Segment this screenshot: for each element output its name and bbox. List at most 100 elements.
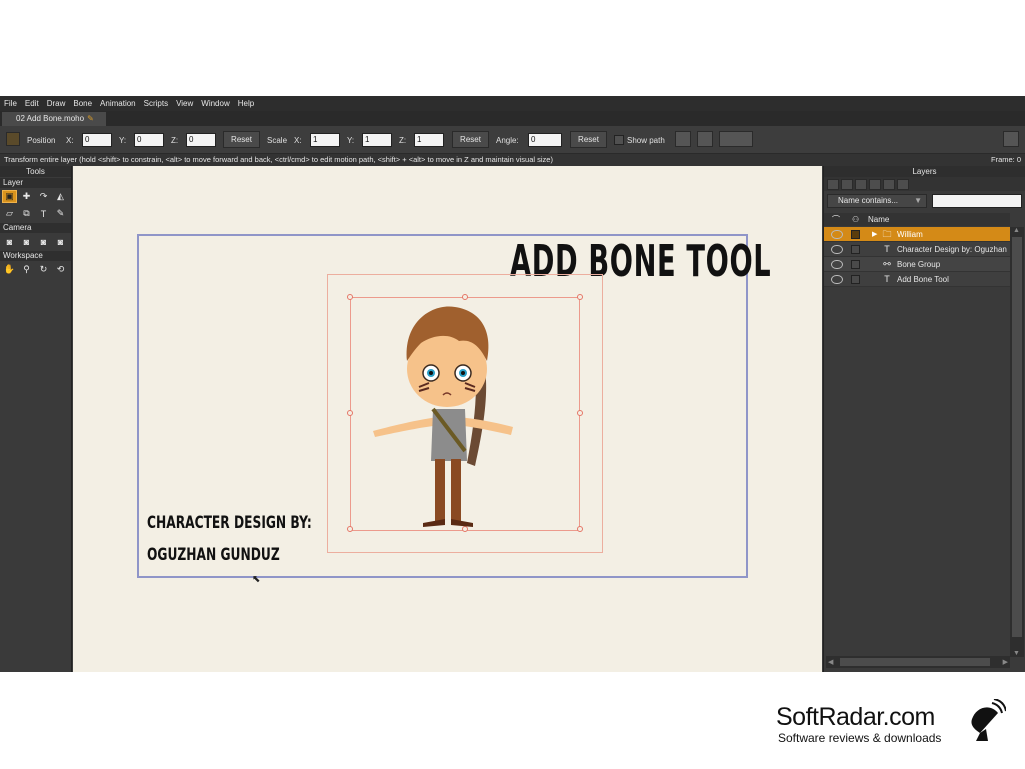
layer-row-add-bone-tool[interactable]: T Add Bone Tool xyxy=(824,272,1010,287)
layer-checkbox[interactable] xyxy=(851,275,860,284)
menu-edit[interactable]: Edit xyxy=(21,96,43,111)
camera-zoom-icon[interactable]: ◙ xyxy=(19,235,34,248)
position-y-label: Y: xyxy=(119,136,127,145)
watermark-subtitle: Software reviews & downloads xyxy=(778,731,942,745)
position-y-input[interactable]: 0 xyxy=(134,133,164,147)
bone-icon: ⚯ xyxy=(883,259,891,269)
text-tool-icon[interactable]: T xyxy=(36,207,51,220)
add-to-group-icon[interactable] xyxy=(855,178,867,190)
layer-checkbox[interactable] xyxy=(851,245,860,254)
scale-z-label: Z: xyxy=(399,136,407,145)
document-tab[interactable]: 02 Add Bone.moho ✎ xyxy=(2,112,106,126)
rotate-workspace-icon[interactable]: ↻ xyxy=(36,263,51,276)
camera-track-icon[interactable]: ◙ xyxy=(2,235,17,248)
menu-scripts[interactable]: Scripts xyxy=(140,96,172,111)
zoom-icon[interactable]: ⚲ xyxy=(19,263,34,276)
layer-name: Add Bone Tool xyxy=(897,275,949,284)
camera-roll-icon[interactable]: ◙ xyxy=(36,235,51,248)
eye-icon[interactable] xyxy=(831,230,843,239)
menu-file[interactable]: File xyxy=(0,96,21,111)
position-reset-button[interactable]: Reset xyxy=(223,131,260,148)
bounds-handle[interactable] xyxy=(347,526,353,532)
chevron-down-icon: ▼ xyxy=(914,196,922,205)
layer-options-icon[interactable] xyxy=(675,131,691,147)
hand-icon[interactable]: ✋ xyxy=(2,263,17,276)
layer-tools-row-1: ▣ ✚ ↷ ◭ xyxy=(0,188,71,205)
eye-icon[interactable] xyxy=(831,245,843,254)
scroll-right-icon[interactable]: ▶ xyxy=(1003,658,1008,666)
filter-dropdown-label: Name contains... xyxy=(838,196,899,205)
shear-tool-icon[interactable]: ▱ xyxy=(2,207,17,220)
scale-reset-button[interactable]: Reset xyxy=(452,131,489,148)
bounds-handle[interactable] xyxy=(577,526,583,532)
scrollbar-thumb[interactable] xyxy=(840,658,990,666)
panel-toggle-icon[interactable] xyxy=(1003,131,1019,147)
delete-layer-icon[interactable] xyxy=(869,178,881,190)
frame-indicator: Frame: 0 xyxy=(990,155,1021,164)
new-layer-icon[interactable] xyxy=(827,178,839,190)
scale-x-input[interactable]: 1 xyxy=(310,133,340,147)
layer-search-input[interactable] xyxy=(932,194,1022,208)
layer-row-william[interactable]: ▶ 🗀 William xyxy=(824,227,1010,242)
tools-panel-title: Tools xyxy=(0,166,71,177)
scroll-down-icon[interactable]: ▼ xyxy=(1013,650,1020,657)
transform-layer-icon xyxy=(6,132,20,146)
menu-animation[interactable]: Animation xyxy=(96,96,140,111)
tools-panel: Tools Layer ▣ ✚ ↷ ◭ ▱ ⧉ T ✎ Camera ◙ ◙ ◙… xyxy=(0,166,72,672)
position-z-input[interactable]: 0 xyxy=(186,133,216,147)
flip-options-icon[interactable] xyxy=(719,131,753,147)
expand-arrow-icon[interactable]: ▶ xyxy=(872,227,877,242)
menu-draw[interactable]: Draw xyxy=(43,96,70,111)
rotate-tool-icon[interactable]: ↷ xyxy=(36,190,51,203)
perspective-tool-icon[interactable]: ◭ xyxy=(53,190,68,203)
duplicate-layer-icon[interactable] xyxy=(841,178,853,190)
layer-settings-icon[interactable] xyxy=(897,178,909,190)
layers-horizontal-scrollbar[interactable]: ◀ ▶ xyxy=(826,656,1010,668)
credit-text-line-2: OGUZHAN GUNDUZ xyxy=(147,545,280,565)
scroll-up-icon[interactable]: ▲ xyxy=(1013,227,1020,234)
bounds-handle[interactable] xyxy=(347,410,353,416)
scale-y-input[interactable]: 1 xyxy=(362,133,392,147)
layers-vertical-scrollbar[interactable]: ▲ ▼ xyxy=(1010,227,1024,657)
layers-panel: Layers Name contains... ▼ ⌒ ⚇ Name ▶ 🗀 W… xyxy=(823,166,1025,672)
scale-y-label: Y: xyxy=(347,136,355,145)
layer-row-bone-group[interactable]: ⚯ Bone Group xyxy=(824,257,1010,272)
bounds-handle[interactable] xyxy=(577,410,583,416)
menu-bone[interactable]: Bone xyxy=(69,96,96,111)
layer-checkbox[interactable] xyxy=(851,260,860,269)
pencil-tool-icon[interactable]: ✎ xyxy=(53,207,68,220)
menu-help[interactable]: Help xyxy=(234,96,258,111)
more-options-icon[interactable] xyxy=(883,178,895,190)
orbit-icon[interactable]: ⟲ xyxy=(53,263,68,276)
character-illustration[interactable] xyxy=(363,291,523,531)
bounds-handle[interactable] xyxy=(347,294,353,300)
name-column-header[interactable]: Name xyxy=(868,213,889,226)
layer-copy-icon[interactable] xyxy=(697,131,713,147)
layer-row-character-design[interactable]: T Character Design by: Oguzhan xyxy=(824,242,1010,257)
show-path-checkbox[interactable] xyxy=(614,135,624,145)
status-message: Transform entire layer (hold <shift> to … xyxy=(4,155,553,164)
eye-icon[interactable] xyxy=(831,275,843,284)
scrollbar-thumb[interactable] xyxy=(1012,237,1022,637)
scale-z-input[interactable]: 1 xyxy=(414,133,444,147)
workspace-tools-label: Workspace xyxy=(0,251,71,261)
canvas-viewport[interactable]: ADD BONE TOOL CHARACTER DESIGN BY: OGUZH… xyxy=(73,166,822,672)
position-x-input[interactable]: 0 xyxy=(82,133,112,147)
eye-icon[interactable] xyxy=(831,260,843,269)
scroll-left-icon[interactable]: ◀ xyxy=(828,658,833,666)
menu-view[interactable]: View xyxy=(172,96,197,111)
position-x-label: X: xyxy=(66,136,74,145)
layer-order-tool-icon[interactable]: ⧉ xyxy=(19,207,34,220)
mouse-cursor-icon: ⬉ xyxy=(252,574,261,585)
camera-pan-icon[interactable]: ◙ xyxy=(53,235,68,248)
layer-checkbox[interactable] xyxy=(851,230,860,239)
angle-reset-button[interactable]: Reset xyxy=(570,131,607,148)
name-filter-dropdown[interactable]: Name contains... ▼ xyxy=(827,194,927,208)
layer-name: Character Design by: Oguzhan xyxy=(897,245,1007,254)
transform-layer-tool-icon[interactable]: ▣ xyxy=(2,190,17,203)
translate-tool-icon[interactable]: ✚ xyxy=(19,190,34,203)
layer-tools-label: Layer xyxy=(0,178,71,188)
bounds-handle[interactable] xyxy=(577,294,583,300)
angle-input[interactable]: 0 xyxy=(528,133,562,147)
menu-window[interactable]: Window xyxy=(197,96,233,111)
